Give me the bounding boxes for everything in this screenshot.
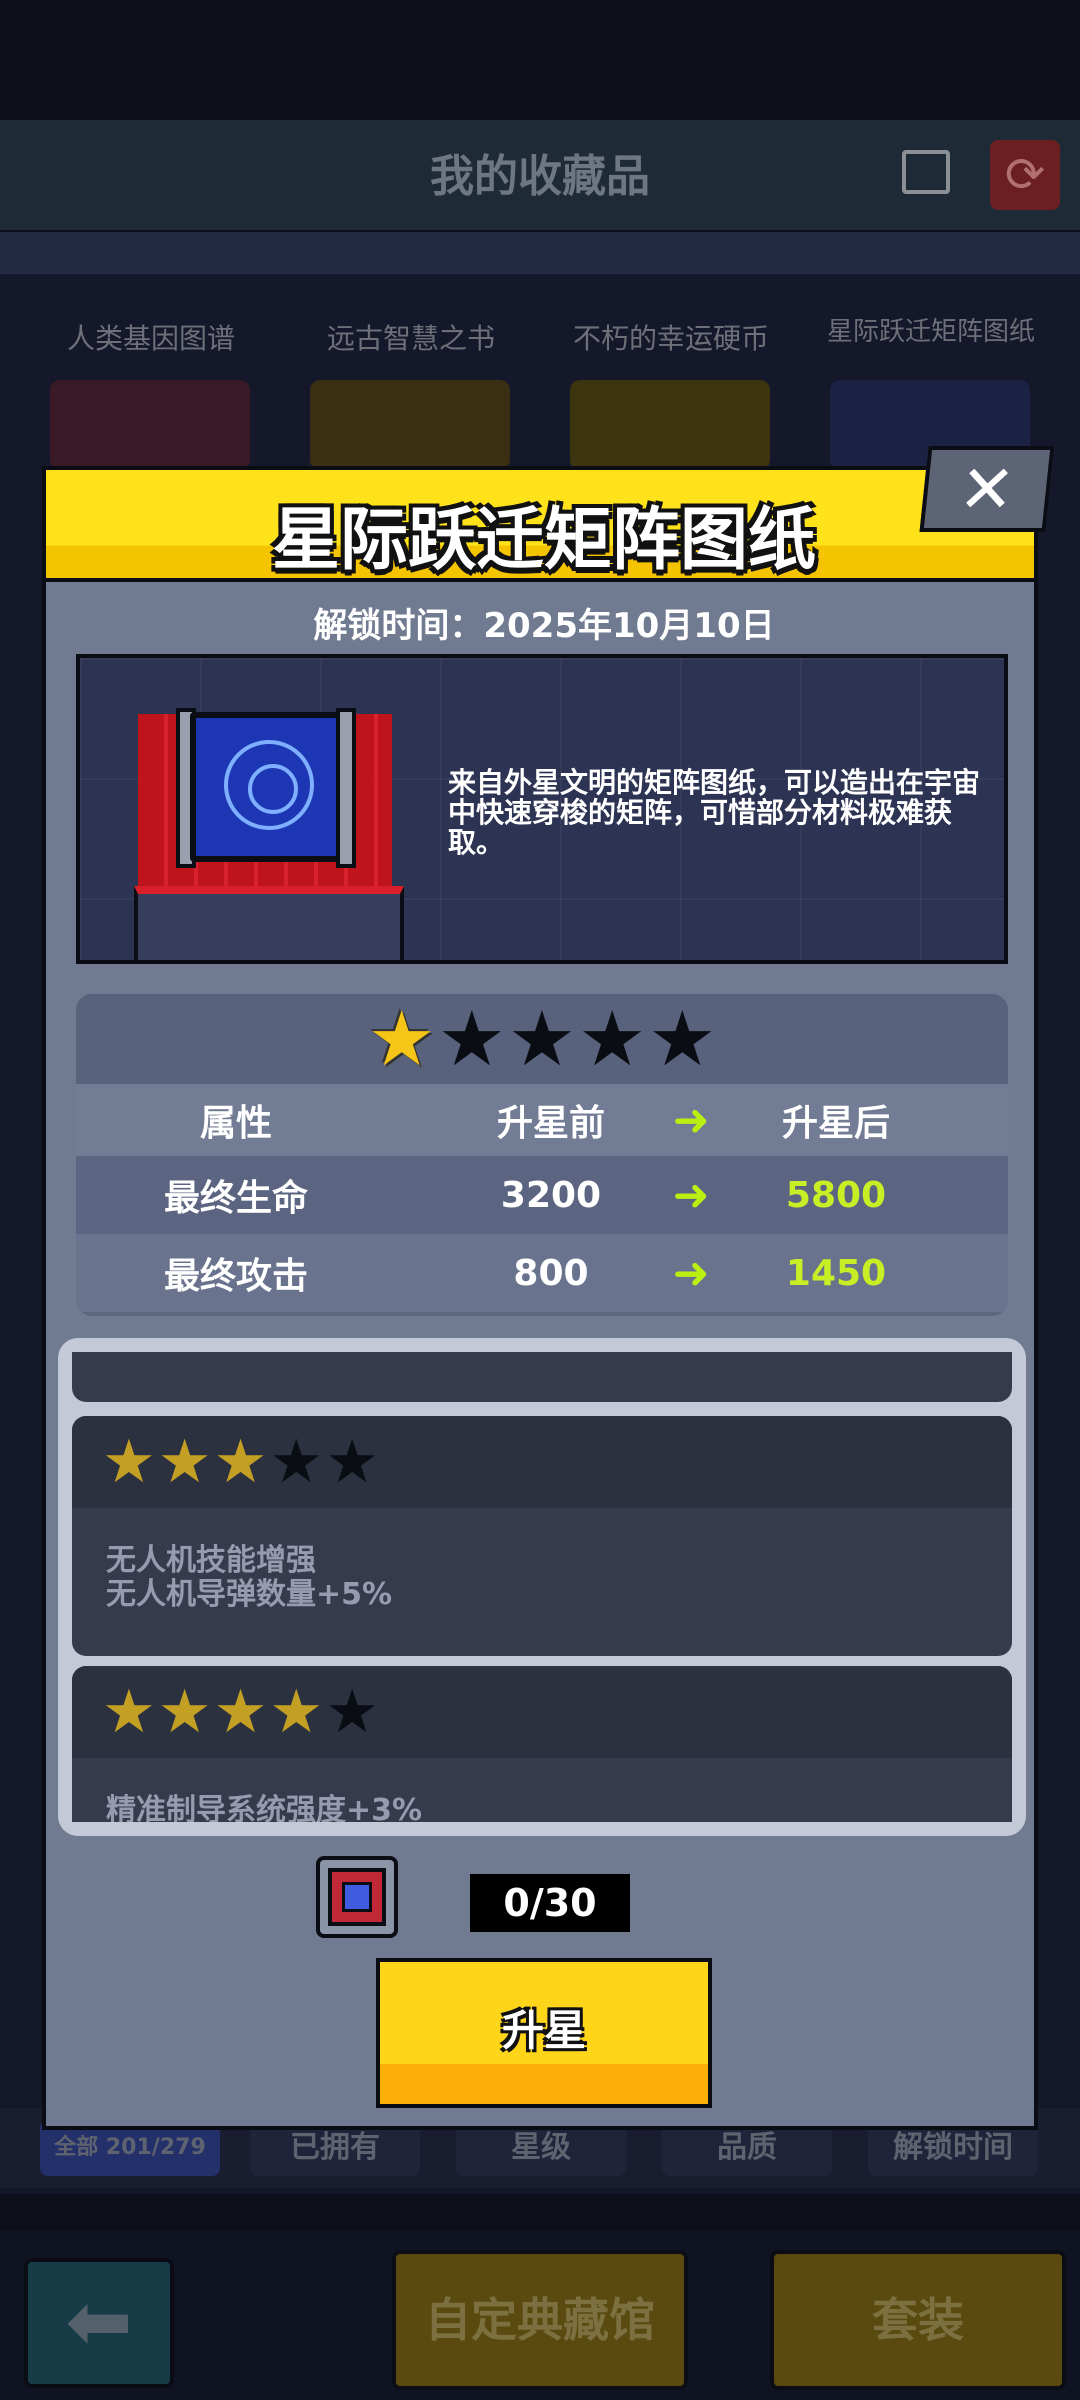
arrow-right-icon: ➜ — [672, 1247, 710, 1299]
skill-star-requirement: ★★★★★ — [72, 1666, 1012, 1758]
bg-item-thumb — [570, 380, 770, 470]
skill-star-requirement: ★★★★★ — [72, 1416, 1012, 1508]
stat-name: 最终生命 — [163, 1178, 308, 1219]
item-description: 来自外星文明的矩阵图纸，可以造出在宇宙中快速穿梭的矩阵，可惜部分材料极难获取。 — [448, 766, 981, 859]
skill-card: ★★★★★ 无人机技能增强 无人机导弹数量+5% — [72, 1416, 1012, 1656]
star-filled-icon: ★ — [213, 1427, 268, 1497]
star-empty-icon: ★ — [578, 994, 647, 1083]
bg-custom-gallery-button: 自定典藏馆 — [392, 2250, 688, 2390]
stat-name: 最终攻击 — [163, 1256, 308, 1297]
stat-header-after: 升星后 — [781, 1103, 890, 1144]
star-filled-icon: ★ — [367, 994, 436, 1083]
star-empty-icon: ★ — [507, 994, 577, 1083]
bg-item-label: 星际跃迁矩阵图纸 — [826, 317, 1035, 347]
star-empty-icon: ★ — [648, 994, 717, 1083]
bg-item-thumb — [310, 380, 510, 470]
stat-after-value: 1450 — [785, 1252, 887, 1294]
star-filled-icon: ★ — [269, 1677, 324, 1747]
material-count: 0/30 — [470, 1874, 630, 1932]
close-icon: ✕ — [955, 451, 1019, 528]
skill-line: 无人机技能增强 — [106, 1543, 316, 1578]
star-empty-icon: ★ — [437, 994, 506, 1083]
upgrade-star-button[interactable]: 升星 — [376, 1958, 712, 2108]
stat-header-name: 属性 — [199, 1103, 272, 1144]
arrow-right-icon: ➜ — [672, 1169, 710, 1221]
skill-line: 无人机导弹数量+5% — [106, 1577, 393, 1612]
modal-header: 星际跃迁矩阵图纸 — [42, 466, 1038, 582]
stat-before-value: 3200 — [500, 1174, 602, 1216]
arrow-right-icon: ➜ — [672, 1094, 710, 1146]
bg-item-label: 人类基因图谱 — [66, 322, 235, 355]
item-art-panel: 来自外星文明的矩阵图纸，可以造出在宇宙中快速穿梭的矩阵，可惜部分材料极难获取。 — [76, 654, 1008, 964]
back-arrow-icon: ⬅ — [24, 2258, 174, 2388]
modal-title: 星际跃迁矩阵图纸 — [271, 501, 816, 580]
bg-item-label: 不朽的幸运硬币 — [572, 322, 769, 355]
star-filled-icon: ★ — [157, 1677, 212, 1747]
material-blueprint-icon — [316, 1856, 398, 1938]
stat-header-before: 升星前 — [496, 1103, 605, 1144]
close-button[interactable]: ✕ — [919, 446, 1055, 532]
list-icon — [902, 150, 950, 194]
bg-strip — [0, 232, 1080, 274]
star-empty-icon: ★ — [325, 1677, 379, 1747]
stats-panel: ★★★★★ 属性 升星前 ➜ 升星后 最终生命 3200 ➜ 5800 最终攻击… — [76, 994, 1008, 1316]
unlock-time: 解锁时间：2025年10月10日 — [313, 606, 775, 646]
bg-set-button: 套装 — [770, 2250, 1066, 2390]
star-rating: ★★★★★ — [76, 994, 1008, 1084]
art-frame-right — [336, 708, 356, 868]
bg-item-label: 远古智慧之书 — [326, 322, 495, 355]
skill-card-partial — [72, 1352, 1012, 1402]
art-pedestal — [134, 886, 404, 960]
star-skills-scroll[interactable]: ★★★★★ 无人机技能增强 无人机导弹数量+5% ★★★★★ 精准制导系统强度+… — [72, 1352, 1012, 1822]
material-icon-frame — [328, 1868, 386, 1926]
skill-line: 精准制导系统强度+3% — [106, 1793, 423, 1823]
skill-description: 精准制导系统强度+3% — [72, 1758, 1012, 1823]
collectible-detail-modal: 星际跃迁矩阵图纸 解锁时间：2025年10月10日 来自外星文明的矩阵图纸，可以… — [42, 466, 1038, 2130]
star-empty-icon: ★ — [325, 1427, 379, 1497]
skill-description: 无人机技能增强 无人机导弹数量+5% — [72, 1508, 1012, 1612]
star-empty-icon: ★ — [269, 1427, 324, 1497]
skill-card: ★★★★★ 精准制导系统强度+3% — [72, 1666, 1012, 1822]
refresh-icon: ⟳ — [990, 140, 1060, 210]
stat-row: 最终攻击 800 ➜ 1450 — [76, 1234, 1008, 1312]
stat-before-value: 800 — [513, 1252, 589, 1294]
star-filled-icon: ★ — [102, 1677, 156, 1747]
star-filled-icon: ★ — [213, 1677, 268, 1747]
blueprint-art-icon — [190, 712, 342, 862]
stat-row: 最终生命 3200 ➜ 5800 — [76, 1156, 1008, 1234]
star-filled-icon: ★ — [102, 1427, 156, 1497]
stats-header-row: 属性 升星前 ➜ 升星后 — [76, 1084, 1008, 1156]
star-filled-icon: ★ — [157, 1427, 212, 1497]
stat-after-value: 5800 — [785, 1174, 887, 1216]
material-icon-core — [342, 1882, 372, 1912]
bg-item-thumb — [50, 380, 250, 470]
target-icon — [224, 740, 314, 830]
star-skills-list[interactable]: ★★★★★ 无人机技能增强 无人机导弹数量+5% ★★★★★ 精准制导系统强度+… — [58, 1338, 1026, 1836]
